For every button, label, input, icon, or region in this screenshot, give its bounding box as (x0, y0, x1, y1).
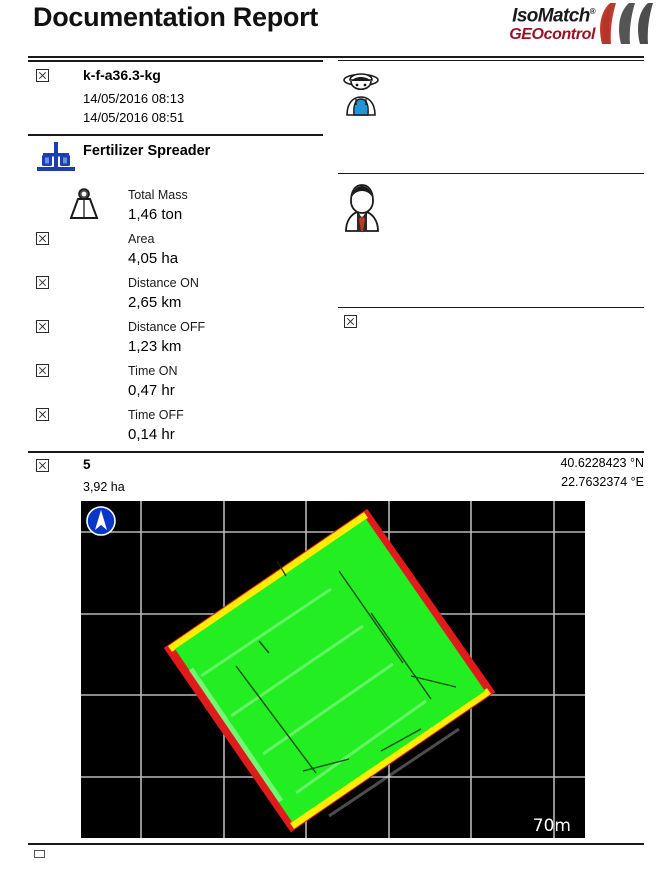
right-column-image-placeholder-icon (344, 315, 357, 328)
logo-text-block: IsoMatch® GEOcontrol (455, 2, 595, 44)
task-name: k-f-a36.3-kg (83, 67, 161, 83)
field-area: 3,92 ha (83, 480, 125, 494)
metric-label-distance-off: Distance OFF (128, 320, 206, 334)
metric-icon-distance-on (36, 276, 49, 289)
north-arrow-icon (86, 506, 116, 536)
fertilizer-spreader-icon (37, 142, 75, 171)
business-person-icon (345, 184, 379, 232)
customer-section-divider (338, 173, 644, 174)
brand-logo: IsoMatch® GEOcontrol (455, 2, 655, 48)
field-longitude: 22.7632374 °E (561, 475, 644, 489)
metric-value-area: 4,05 ha (128, 250, 179, 267)
registered-trademark-icon: ® (589, 7, 596, 16)
metric-label-area: Area (128, 232, 155, 246)
footer-image-placeholder-icon (34, 850, 45, 858)
field-latitude: 40.6228423 °N (560, 456, 644, 470)
metric-value-distance-on: 2,65 km (128, 294, 182, 311)
logo-brand-text: IsoMatch (512, 5, 590, 27)
metric-icon-area (36, 232, 49, 245)
metric-icon-time-off (36, 408, 49, 421)
metric-label-distance-on: Distance ON (128, 276, 199, 290)
field-image-placeholder-icon (36, 459, 49, 472)
farmer-icon (343, 73, 379, 116)
task-start-time: 14/05/2016 08:13 (83, 91, 185, 106)
header-divider (28, 56, 644, 58)
report-header: Documentation Report IsoMatch® GEOcontro… (0, 0, 672, 56)
metric-label-total-mass: Total Mass (128, 188, 188, 202)
task-section-divider-left (28, 60, 323, 62)
implement-name: Fertilizer Spreader (83, 143, 211, 159)
field-coverage-map[interactable]: 70m (81, 501, 585, 838)
field-section-divider (28, 451, 644, 453)
footer-divider (28, 843, 644, 845)
task-end-time: 14/05/2016 08:51 (83, 110, 185, 125)
metric-value-time-off: 0,14 hr (128, 426, 175, 443)
metric-value-distance-off: 1,23 km (128, 338, 182, 355)
metric-label-time-off: Time OFF (128, 408, 184, 422)
metric-value-total-mass: 1,46 ton (128, 206, 183, 223)
implement-section-divider (28, 134, 323, 136)
task-section-divider-right (338, 60, 644, 61)
task-image-placeholder-icon (36, 69, 49, 82)
page-title: Documentation Report (33, 2, 319, 32)
metric-icon-time-on (36, 364, 49, 377)
logo-product-name: GEOcontrol (509, 26, 595, 44)
logo-brand-name: IsoMatch® (455, 2, 595, 26)
metric-label-time-on: Time ON (128, 364, 178, 378)
metric-icon-distance-off (36, 320, 49, 333)
logo-blades-icon (600, 3, 653, 44)
right-column-divider (338, 307, 644, 308)
map-scale-label: 70m (532, 816, 571, 836)
field-name: 5 (83, 457, 91, 472)
weight-icon (69, 188, 99, 219)
metric-value-time-on: 0,47 hr (128, 382, 175, 399)
